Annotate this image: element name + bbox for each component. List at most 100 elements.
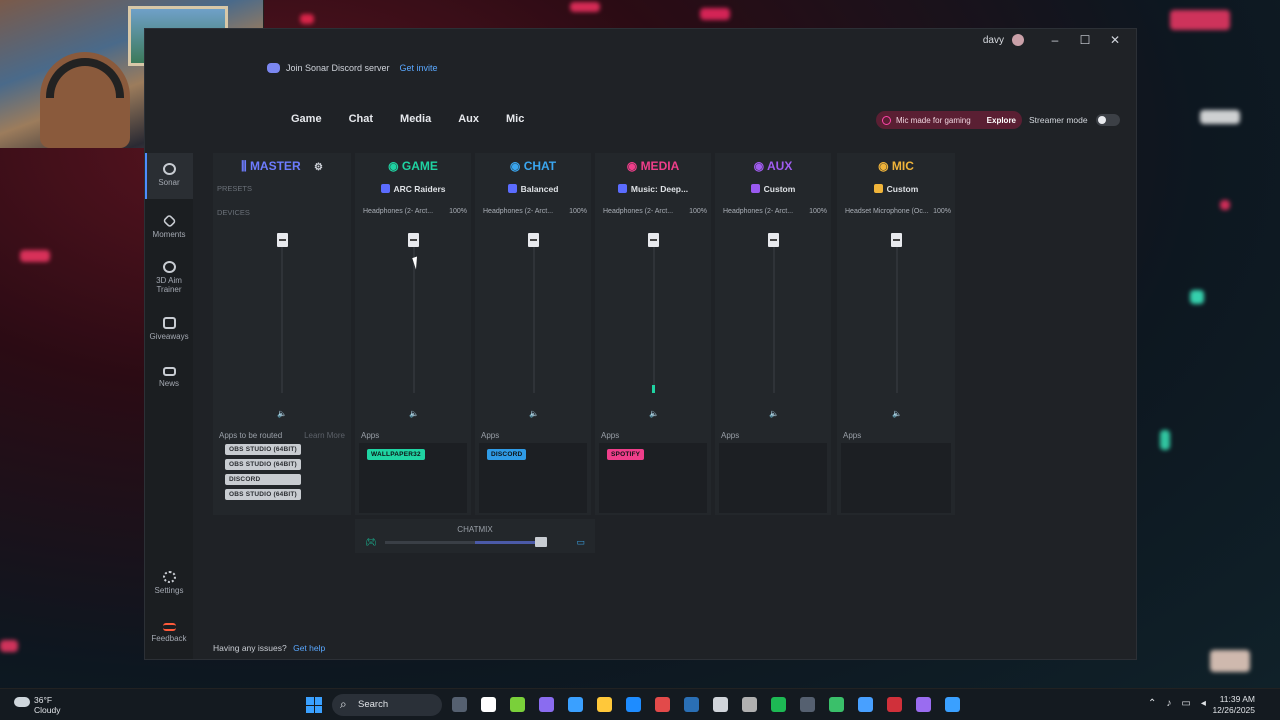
weather-widget[interactable]: 36°F Cloudy: [14, 695, 60, 715]
device-volume: 100%: [933, 208, 951, 215]
taskbar-app-icon[interactable]: [800, 697, 815, 712]
taskbar-app-icon[interactable]: [626, 697, 641, 712]
app-chip[interactable]: DISCORD: [487, 449, 527, 460]
taskbar-app-icon[interactable]: [742, 697, 757, 712]
discord-icon: [267, 63, 280, 73]
aux-volume-knob[interactable]: [768, 233, 779, 247]
speaker-icon[interactable]: 🔈: [277, 409, 287, 418]
tab-game[interactable]: Game: [291, 113, 322, 125]
sidebar-item-settings[interactable]: Settings: [145, 571, 193, 595]
tab-chat[interactable]: Chat: [349, 113, 373, 125]
mic-device-selector[interactable]: Headset Microphone (Oc... 100%: [845, 208, 951, 215]
taskbar-app-icon[interactable]: [452, 697, 467, 712]
app-chip[interactable]: SPOTIFY: [607, 449, 645, 460]
mic-preset-selector[interactable]: Custom: [837, 184, 955, 194]
taskbar-app-icon[interactable]: [829, 697, 844, 712]
chat-apps-box[interactable]: DISCORD: [479, 443, 587, 513]
windows-start-icon[interactable]: [306, 697, 322, 713]
aux-volume-track[interactable]: [773, 233, 775, 393]
speaker-icon[interactable]: 🔈: [649, 409, 659, 418]
game-apps-box[interactable]: WALLPAPER32: [359, 443, 467, 513]
aux-preset-selector[interactable]: Custom: [715, 184, 831, 194]
media-volume-track[interactable]: [653, 233, 655, 393]
media-preset-selector[interactable]: Music: Deep...: [595, 184, 711, 194]
mic-icon: ◉: [878, 159, 892, 173]
taskbar-app-icon[interactable]: [684, 697, 699, 712]
discord-banner: Join Sonar Discord server Get invite: [267, 63, 438, 73]
taskbar-app-icon[interactable]: [771, 697, 786, 712]
sonar-window: davy – ☐ ✕ Join Sonar Discord server Get…: [144, 28, 1137, 660]
mic-apps-box[interactable]: [841, 443, 951, 513]
taskbar-app-icon[interactable]: [597, 697, 612, 712]
close-button[interactable]: ✕: [1100, 33, 1130, 47]
taskbar-app-icon[interactable]: [858, 697, 873, 712]
chat-volume-track[interactable]: [533, 233, 535, 393]
taskbar-app-icon[interactable]: [916, 697, 931, 712]
preset-name: Custom: [886, 184, 919, 194]
device-volume: 100%: [809, 208, 827, 215]
streamer-mode-toggle[interactable]: [1095, 114, 1120, 126]
game-preset-selector[interactable]: ARC Raiders: [355, 184, 471, 194]
tab-mic[interactable]: Mic: [506, 113, 524, 125]
sidebar-item-feedback[interactable]: Feedback: [145, 623, 193, 643]
taskbar-app-icon[interactable]: [539, 697, 554, 712]
avatar[interactable]: [1012, 34, 1024, 46]
master-header: ⫼ MASTER ⚙: [213, 159, 351, 174]
game-device-selector[interactable]: Headphones (2- Arct... 100%: [363, 208, 467, 215]
chat-preset-selector[interactable]: Balanced: [475, 184, 591, 194]
get-invite-link[interactable]: Get invite: [400, 63, 438, 73]
speaker-icon[interactable]: 🔈: [529, 409, 539, 418]
tab-aux[interactable]: Aux: [458, 113, 479, 125]
network-icon[interactable]: ▭: [1181, 698, 1200, 709]
minimize-button[interactable]: –: [1040, 33, 1070, 47]
clock[interactable]: 11:39 AM 12/26/2025: [1212, 694, 1255, 716]
mic-promo-banner[interactable]: Mic made for gaming Explore: [876, 111, 1022, 129]
game-volume-knob[interactable]: [408, 233, 419, 247]
title-bar: davy – ☐ ✕: [145, 29, 1136, 51]
taskbar-app-icon[interactable]: [887, 697, 902, 712]
master-volume-track[interactable]: [281, 233, 283, 393]
master-column: ⫼ MASTER ⚙ PRESETS DEVICES 🔈 Apps to be …: [213, 153, 351, 515]
sidebar-item-news[interactable]: News: [145, 367, 193, 388]
sidebar-item-aim-trainer[interactable]: 3D Aim Trainer: [145, 261, 193, 294]
taskbar-app-icon[interactable]: [568, 697, 583, 712]
mic-volume-knob[interactable]: [891, 233, 902, 247]
app-chip[interactable]: OBS STUDIO (64BIT): [225, 459, 301, 470]
get-help-link[interactable]: Get help: [293, 643, 325, 653]
master-volume-knob[interactable]: [277, 233, 288, 247]
maximize-button[interactable]: ☐: [1070, 33, 1100, 47]
app-chip[interactable]: WALLPAPER32: [367, 449, 425, 460]
sidebar-item-sonar[interactable]: Sonar: [145, 153, 193, 199]
app-chip[interactable]: OBS STUDIO (64BIT): [225, 489, 301, 500]
speaker-icon[interactable]: 🔈: [769, 409, 779, 418]
app-chip[interactable]: OBS STUDIO (64BIT): [225, 444, 301, 455]
taskbar-app-icon[interactable]: [655, 697, 670, 712]
media-apps-box[interactable]: SPOTIFY: [599, 443, 707, 513]
speaker-icon[interactable]: 🔈: [409, 409, 419, 418]
chevron-up-icon[interactable]: ⌃: [1148, 698, 1166, 709]
presets-label: PRESETS: [217, 184, 253, 193]
taskbar-app-icon[interactable]: [481, 697, 496, 712]
master-gear-icon[interactable]: ⚙: [314, 162, 323, 173]
sidebar-item-moments[interactable]: Moments: [145, 213, 193, 239]
taskbar-app-icon[interactable]: [945, 697, 960, 712]
speaker-icon[interactable]: 🔈: [892, 409, 902, 418]
chat-device-selector[interactable]: Headphones (2- Arct... 100%: [483, 208, 587, 215]
chat-volume-knob[interactable]: [528, 233, 539, 247]
taskbar-app-icon[interactable]: [510, 697, 525, 712]
taskbar-app-icon[interactable]: [713, 697, 728, 712]
learn-more-link[interactable]: Learn More: [304, 431, 345, 440]
mic-icon[interactable]: ♪: [1166, 698, 1181, 709]
chatmix-handle[interactable]: [535, 537, 547, 547]
tab-media[interactable]: Media: [400, 113, 431, 125]
mic-volume-track[interactable]: [896, 233, 898, 393]
app-chip[interactable]: DISCORD: [225, 474, 301, 485]
sidebar-item-giveaways[interactable]: Giveaways: [145, 317, 193, 341]
aux-title: AUX: [767, 159, 793, 173]
media-volume-knob[interactable]: [648, 233, 659, 247]
media-device-selector[interactable]: Headphones (2- Arct... 100%: [603, 208, 707, 215]
taskbar-search[interactable]: Search: [332, 694, 442, 716]
aux-apps-box[interactable]: [719, 443, 827, 513]
aux-device-selector[interactable]: Headphones (2- Arct... 100%: [723, 208, 827, 215]
explore-link[interactable]: Explore: [987, 116, 1016, 125]
